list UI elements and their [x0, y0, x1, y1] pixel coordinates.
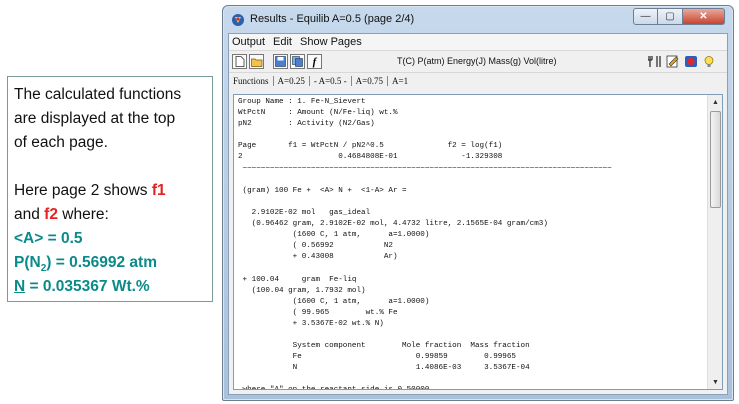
fork-knife-icon[interactable]: [647, 54, 663, 69]
result-line: System component Mole fraction Mass frac…: [238, 342, 530, 351]
note-line-4-text: Here page 2 shows: [14, 182, 152, 199]
edit-page-icon[interactable]: [665, 54, 681, 69]
result-line: [238, 374, 707, 385]
result-line: (1600 C, 1 atm, a=1.0000): [238, 231, 430, 240]
result-line: [238, 130, 707, 141]
result-line: 2.9102E-02 mol gas_ideal: [238, 208, 371, 217]
note-line-5-tail: where:: [57, 206, 109, 223]
results-window: Results - Equilib A=0.5 (page 2/4) — ▢ ✕…: [222, 5, 734, 401]
result-line: (0.96462 gram, 2.9102E-02 mol, 4.4732 li…: [238, 220, 548, 229]
result-line: where "A" on the reactant side is 0.5000…: [238, 385, 707, 389]
title-bar[interactable]: Results - Equilib A=0.5 (page 2/4) — ▢ ✕: [223, 6, 733, 33]
results-pane: Group Name : 1. Fe-N_Sievert WtPctN : Amo…: [233, 94, 723, 390]
window-controls: — ▢ ✕: [633, 8, 725, 25]
units-label: T(C) P(atm) Energy(J) Mass(g) Vol(litre): [397, 56, 557, 66]
scroll-up-icon[interactable]: ▲: [708, 95, 723, 109]
close-button[interactable]: ✕: [683, 8, 725, 25]
note-line-8: N = 0.035367 Wt.%: [14, 275, 212, 299]
result-line: + 100.04 gram Fe-liq: [238, 275, 357, 284]
note-line-5: and f2 where:: [14, 203, 212, 227]
note-line-7-b: ) = 0.56992 atm: [46, 254, 157, 271]
result-line: [238, 175, 707, 186]
note-line-2: are displayed at the top: [14, 110, 176, 127]
note-line-1: The calculated functions: [14, 86, 182, 103]
new-page-icon[interactable]: [232, 54, 247, 69]
app-icon: [232, 14, 244, 26]
result-line: [238, 263, 707, 274]
results-text: Group Name : 1. Fe-N_Sievert WtPctN : Amo…: [234, 95, 707, 389]
result-line: + 3.5367E-02 wt.% N): [238, 319, 384, 328]
help-bulb-icon[interactable]: [701, 54, 717, 69]
note-line-4: Here page 2 shows f1: [14, 179, 212, 203]
result-line: N 1.4086E-03 3.5367E-04: [238, 364, 530, 373]
scroll-thumb[interactable]: [710, 111, 721, 208]
functions-label: Functions: [229, 76, 274, 86]
window-title: Results - Equilib A=0.5 (page 2/4): [250, 13, 415, 25]
note-f2: f2: [44, 206, 58, 223]
result-line: WtPctN : Amount (N/Fe-liq) wt.%: [238, 109, 398, 118]
result-line: (100.04 gram, 1.7932 mol): [238, 286, 366, 295]
note-line-7: P(N2) = 0.56992 atm: [14, 251, 212, 275]
note-line-8-n: N: [14, 278, 26, 295]
result-line: [238, 197, 707, 208]
open-folder-icon[interactable]: [249, 54, 264, 69]
result-line: (gram) 100 Fe + <A> N + <1-A> Ar =: [238, 186, 407, 195]
tab-a-0-5[interactable]: - A=0.5 -: [310, 76, 352, 86]
result-line: 2 0.4684808E-01 -1.329308: [238, 153, 503, 162]
note-f1: f1: [151, 182, 166, 199]
tab-a-1[interactable]: A=1: [388, 76, 412, 86]
minimize-button[interactable]: —: [633, 8, 658, 25]
menu-edit[interactable]: Edit: [273, 36, 292, 48]
scroll-down-icon[interactable]: ▼: [708, 375, 723, 389]
menu-output[interactable]: Output: [232, 36, 265, 48]
tab-a-0-25[interactable]: A=0.25: [274, 76, 310, 86]
copy-icon[interactable]: [290, 54, 305, 69]
function-icon[interactable]: f: [307, 54, 322, 69]
tab-a-0-75[interactable]: A=0.75: [352, 76, 388, 86]
note-line-3: of each page.: [14, 134, 108, 151]
result-line: ( 99.965 wt.% Fe: [238, 308, 398, 317]
vertical-scrollbar[interactable]: ▲ ▼: [707, 95, 722, 389]
result-line: ~~~~~~~~~~~~~~~~~~~~~~~~~~~~~~~~~~~~~~~~…: [238, 164, 612, 173]
note-line-5-text: and: [14, 206, 45, 223]
functions-bar: Functions A=0.25 - A=0.5 - A=0.75 A=1: [229, 72, 727, 89]
note-line-6: <A> = 0.5: [14, 230, 83, 247]
result-line: Fe 0.99859 0.99965: [238, 353, 516, 362]
result-line: + 0.43008 Ar): [238, 253, 398, 262]
window-client: Output Edit Show Pages f T(C) P(atm) Ene…: [228, 33, 728, 395]
result-line: pN2 : Activity (N2/Gas): [238, 120, 375, 129]
note-line-8-rest: = 0.035367 Wt.%: [25, 278, 150, 295]
result-line: Group Name : 1. Fe-N_Sievert: [238, 98, 366, 106]
menu-show-pages[interactable]: Show Pages: [300, 36, 362, 48]
menu-bar: Output Edit Show Pages: [229, 34, 727, 50]
result-line: ( 0.56992 N2: [238, 242, 393, 251]
maximize-button[interactable]: ▢: [658, 8, 683, 25]
explanation-note: The calculated functions are displayed a…: [7, 76, 213, 302]
toolbar: f T(C) P(atm) Energy(J) Mass(g) Vol(litr…: [229, 50, 727, 72]
note-line-7-a: P(N: [14, 254, 41, 271]
result-line: [238, 330, 707, 341]
save-icon[interactable]: [273, 54, 288, 69]
result-line: (1600 C, 1 atm, a=1.0000): [238, 297, 430, 306]
result-line: Page f1 = WtPctN / pN2^0.5 f2 = log(f1): [238, 142, 503, 151]
stop-icon[interactable]: [683, 54, 699, 69]
